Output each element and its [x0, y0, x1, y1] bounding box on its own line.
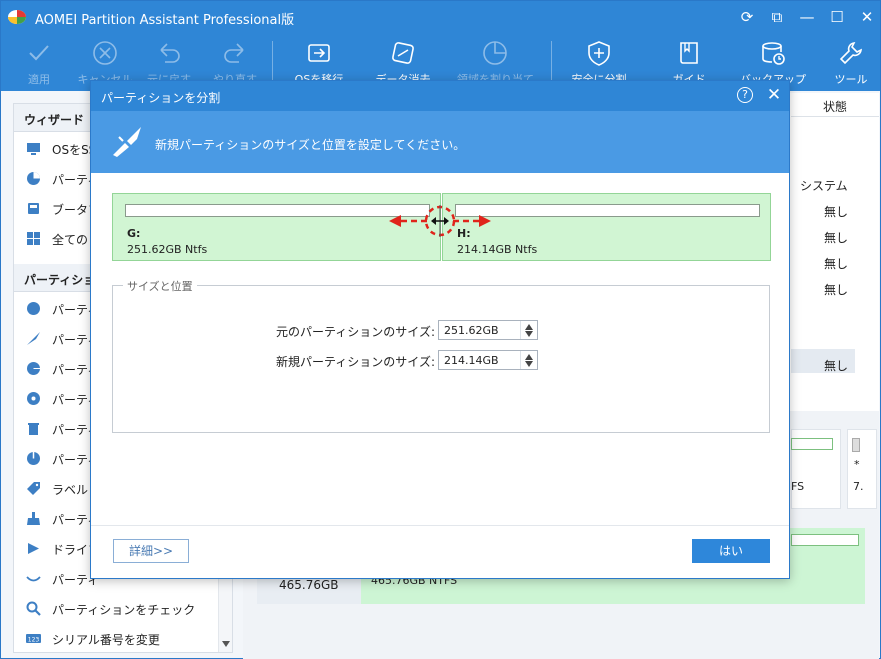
new-size-value[interactable]: 214.14GB: [444, 354, 499, 367]
restore-view-icon[interactable]: ⧉: [767, 7, 787, 27]
redo-icon: [224, 43, 244, 63]
spin-up-icon[interactable]: [525, 324, 533, 330]
dialog-close-button[interactable]: ✕: [765, 85, 783, 105]
new-size-spinner[interactable]: 214.14GB: [438, 350, 538, 370]
split-knife-icon: [113, 127, 141, 157]
details-button[interactable]: 詳細>>: [113, 539, 189, 563]
original-size-label: 元のパーティションのサイズ:: [276, 325, 435, 339]
dialog-title-bar: パーティションを分割 ? ✕: [91, 81, 789, 111]
serial-number-icon: 123: [26, 634, 41, 644]
status-cell: 無し: [824, 283, 849, 297]
migrate-os-icon: [308, 44, 330, 62]
group-label: サイズと位置: [123, 278, 197, 294]
label-icon: [27, 482, 40, 495]
wipe-data-icon: [392, 42, 414, 64]
allocate-partition-icon: [27, 362, 40, 375]
drive-letter-icon: [28, 543, 39, 554]
maximize-button[interactable]: ☐: [827, 7, 847, 27]
resize-drag-handle[interactable]: [377, 201, 503, 241]
migrate-ssd-icon: [27, 143, 40, 155]
size-position-group: サイズと位置 元のパーティションのサイズ: 251.62GB 新規パーティション…: [112, 278, 770, 433]
tools-icon: [839, 42, 862, 65]
dialog-banner: 新規パーティションのサイズと位置を設定してください。: [91, 111, 789, 173]
partition-info: 214.14GB Ntfs: [457, 243, 538, 256]
all-tools-icon: [27, 232, 40, 245]
dialog-title: パーティションを分割: [101, 91, 221, 105]
check-icon: [29, 45, 49, 61]
dialog-instruction: 新規パーティションのサイズと位置を設定してください。: [155, 138, 466, 152]
new-size-label: 新規パーティションのサイズ:: [276, 355, 435, 369]
disk-size: 465.76GB: [279, 578, 339, 592]
status-cell: 無し: [824, 231, 849, 245]
svg-text:123: 123: [28, 637, 40, 644]
partition-recovery-icon: [27, 172, 40, 185]
original-size-spinner[interactable]: 251.62GB: [438, 320, 538, 340]
ok-button[interactable]: はい: [692, 539, 770, 563]
arrow-right-icon: [479, 215, 491, 227]
status-cell-selected: 無し: [824, 359, 849, 373]
status-cell: 無し: [824, 205, 849, 219]
check-partition-icon: [26, 601, 41, 616]
scroll-down-icon[interactable]: [222, 641, 230, 647]
app-logo-icon: [8, 10, 26, 24]
shield-icon: [588, 41, 610, 66]
trash-icon: [28, 423, 39, 435]
resize-partition-icon: [27, 302, 40, 315]
backup-icon: [762, 42, 785, 65]
split-partition-dialog: パーティションを分割 ? ✕ 新規パーティションのサイズと位置を設定してください…: [90, 80, 790, 579]
status-cell: システム: [800, 179, 848, 193]
refresh-icon[interactable]: ⟳: [737, 7, 757, 27]
merge-partition-icon: [27, 392, 40, 405]
spin-down-icon[interactable]: [525, 361, 533, 367]
arrow-left-icon: [389, 215, 401, 227]
help-icon[interactable]: ?: [737, 87, 753, 103]
sidebar-item-check-partition[interactable]: パーティションをチェック: [14, 594, 232, 622]
bootable-media-icon: [28, 203, 39, 214]
undo-icon: [160, 43, 180, 63]
app-title: AOMEI Partition Assistant Professional版: [35, 13, 295, 28]
format-partition-icon: [27, 452, 40, 465]
guide-icon: [680, 42, 698, 64]
status-column-header[interactable]: 状態: [823, 98, 847, 115]
apply-button[interactable]: 適用: [7, 33, 71, 91]
hide-partition-icon: [26, 576, 41, 582]
spin-down-icon[interactable]: [525, 331, 533, 337]
tools-button[interactable]: ツール: [819, 33, 881, 91]
cancel-icon: [93, 41, 117, 65]
sidebar-item-serial-number[interactable]: 123 シリアル番号を変更: [14, 624, 232, 652]
partition-info: 251.62GB Ntfs: [127, 243, 208, 256]
wipe-partition-icon: [27, 512, 40, 525]
split-partition-icon: [27, 332, 40, 345]
partition-letter: G:: [127, 227, 141, 240]
minimize-button[interactable]: —: [797, 7, 817, 27]
title-bar: AOMEI Partition Assistant Professional版 …: [1, 1, 880, 33]
allocate-space-icon: [483, 41, 507, 65]
status-cell: 無し: [824, 257, 849, 271]
close-window-button[interactable]: ✕: [857, 7, 877, 27]
spin-up-icon[interactable]: [525, 354, 533, 360]
original-size-value[interactable]: 251.62GB: [444, 324, 499, 337]
dialog-footer: 詳細>> はい: [91, 525, 789, 578]
